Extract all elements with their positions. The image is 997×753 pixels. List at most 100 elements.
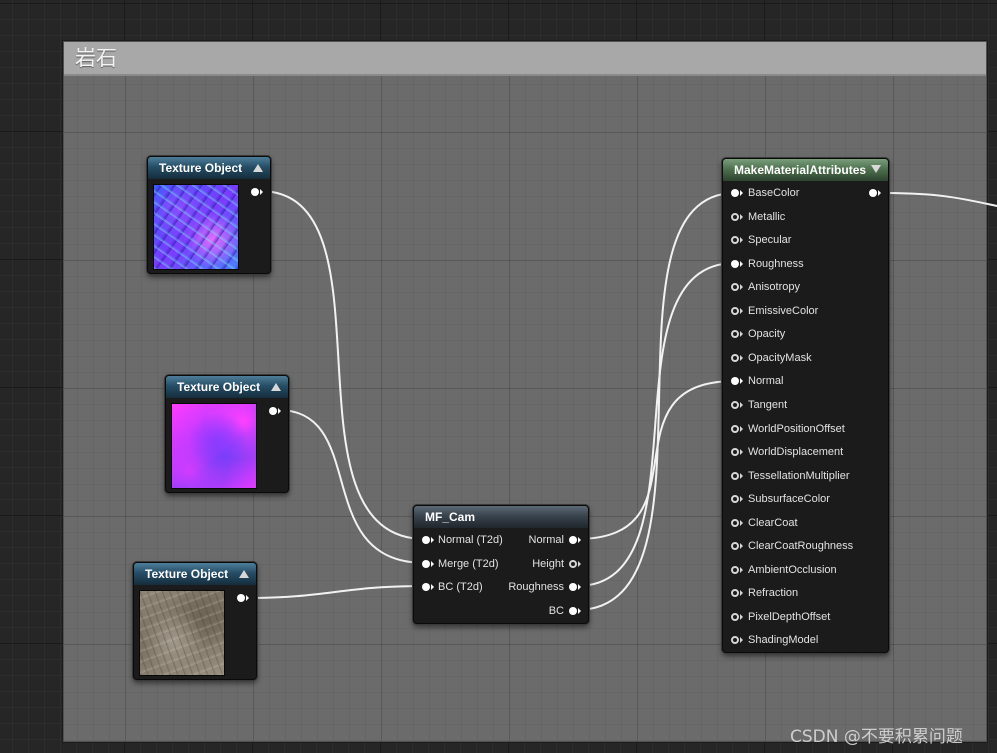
pin-arrow-icon <box>740 449 743 456</box>
input-label-metallic: Metallic <box>748 210 786 223</box>
pin-arrow-icon <box>740 284 743 291</box>
pin-arrow-icon <box>740 613 743 620</box>
pin-arrow-icon <box>740 472 743 479</box>
input-pin-ambient-occlusion[interactable] <box>731 565 739 574</box>
input-label-subsurface-color: SubsurfaceColor <box>748 493 830 506</box>
pin-arrow-icon <box>740 260 743 267</box>
texture-object-node-merge[interactable]: Texture Object <box>165 375 289 493</box>
texture-object-node-base-color[interactable]: Texture Object <box>133 562 257 680</box>
pin-arrow-icon <box>431 584 434 590</box>
pin-arrow-icon <box>578 608 581 614</box>
input-pin-anisotropy[interactable] <box>731 283 739 292</box>
pin-arrow-icon <box>431 537 434 543</box>
input-pin-opacity[interactable] <box>731 330 739 339</box>
input-pin-bc[interactable] <box>422 583 430 591</box>
pin-arrow-icon <box>740 331 743 338</box>
input-pin-shading-model[interactable] <box>731 636 739 645</box>
pin-arrow-icon <box>740 354 743 361</box>
texture-object-header[interactable]: Texture Object <box>166 376 288 398</box>
triangle-up-icon[interactable] <box>239 570 249 578</box>
pin-arrow-icon <box>578 561 581 567</box>
input-label-base-color: BaseColor <box>748 187 800 199</box>
pin-arrow-icon <box>740 543 743 550</box>
node-title: Texture Object <box>177 380 261 394</box>
pin-arrow-icon <box>740 237 743 244</box>
texture-preview-base-color <box>139 590 225 676</box>
input-label-roughness: Roughness <box>748 257 804 270</box>
input-pin-normal[interactable] <box>731 377 739 386</box>
input-label-opacity: Opacity <box>748 328 786 341</box>
output-pin-roughness[interactable] <box>569 583 577 591</box>
output-pin-bc[interactable] <box>569 607 577 615</box>
mf-cam-node[interactable]: MF_Cam Normal (T2d) Merge (T2d) BC (T2d)… <box>413 505 589 624</box>
input-label-opacity-mask: OpacityMask <box>748 351 812 364</box>
mf-cam-header[interactable]: MF_Cam <box>414 506 588 528</box>
node-title: MakeMaterialAttributes <box>734 163 867 177</box>
pin-arrow-icon <box>740 566 743 573</box>
make-material-attributes-node[interactable]: MakeMaterialAttributes BaseColor Metallic… <box>722 158 889 653</box>
node-title: Texture Object <box>159 161 243 175</box>
input-pin-world-displacement[interactable] <box>731 448 739 457</box>
node-title: Texture Object <box>145 567 229 581</box>
pin-arrow-icon <box>740 307 743 314</box>
output-label-normal: Normal <box>528 534 564 546</box>
output-pin[interactable] <box>251 188 259 196</box>
texture-object-header[interactable]: Texture Object <box>134 563 256 585</box>
texture-preview-normal <box>153 184 239 270</box>
input-pin-tangent[interactable] <box>731 400 739 409</box>
input-label-clear-coat: ClearCoat <box>748 516 798 529</box>
pin-arrow-icon <box>578 584 581 590</box>
triangle-down-icon[interactable] <box>871 165 881 173</box>
pin-arrow-icon <box>260 189 263 195</box>
make-material-attributes-header[interactable]: MakeMaterialAttributes <box>723 159 888 181</box>
output-pin[interactable] <box>237 594 245 602</box>
input-label-refraction: Refraction <box>748 587 799 600</box>
input-label-bc: BC (T2d) <box>438 581 483 593</box>
texture-object-header[interactable]: Texture Object <box>148 157 270 179</box>
input-label-tessellation-multiplier: TessellationMultiplier <box>748 469 850 482</box>
input-pin-metallic[interactable] <box>731 212 739 221</box>
pin-arrow-icon <box>740 190 743 196</box>
input-pin-normal[interactable] <box>422 536 430 544</box>
pin-arrow-icon <box>278 408 281 414</box>
input-pin-opacity-mask[interactable] <box>731 353 739 362</box>
pin-arrow-icon <box>878 190 881 196</box>
input-pin-subsurface-color[interactable] <box>731 495 739 504</box>
input-pin-refraction[interactable] <box>731 589 739 598</box>
input-pin-roughness[interactable] <box>731 259 739 268</box>
output-label-bc: BC <box>548 605 564 617</box>
input-pin-pixel-depth-offset[interactable] <box>731 612 739 621</box>
pin-arrow-icon <box>431 561 434 567</box>
input-label-normal: Normal (T2d) <box>438 534 503 546</box>
pin-arrow-icon <box>740 590 743 597</box>
output-pin-normal[interactable] <box>569 536 577 544</box>
triangle-up-icon[interactable] <box>271 383 281 391</box>
texture-preview-merge <box>171 403 257 489</box>
input-label-world-displacement: WorldDisplacement <box>748 446 844 459</box>
input-pin-specular[interactable] <box>731 236 739 245</box>
pin-arrow-icon <box>740 496 743 503</box>
input-pin-emissive-color[interactable] <box>731 306 739 315</box>
pin-arrow-icon <box>740 425 743 432</box>
input-label-ambient-occlusion: AmbientOcclusion <box>748 563 837 576</box>
input-label-anisotropy: Anisotropy <box>748 281 800 294</box>
texture-object-node-normal[interactable]: Texture Object <box>147 156 271 274</box>
watermark: CSDN @不要积累问题 <box>790 727 963 747</box>
output-pin-height[interactable] <box>569 560 577 568</box>
triangle-up-icon[interactable] <box>253 164 263 172</box>
input-pin-world-position-offset[interactable] <box>731 424 739 433</box>
node-title: MF_Cam <box>425 510 476 524</box>
input-pin-base-color[interactable] <box>731 189 739 197</box>
pin-arrow-icon <box>578 537 581 543</box>
input-pin-merge[interactable] <box>422 560 430 568</box>
output-label-height: Height <box>532 558 564 570</box>
input-pin-clear-coat[interactable] <box>731 518 739 527</box>
input-label-pixel-depth-offset: PixelDepthOffset <box>748 610 831 623</box>
input-pin-clear-coat-roughness[interactable] <box>731 542 739 551</box>
input-label-clear-coat-roughness: ClearCoatRoughness <box>748 540 854 553</box>
pin-arrow-icon <box>740 213 743 220</box>
output-pin-material-attributes[interactable] <box>869 189 877 197</box>
output-pin[interactable] <box>269 407 277 415</box>
input-pin-tessellation-multiplier[interactable] <box>731 471 739 480</box>
comment-title[interactable]: 岩石 <box>64 42 986 76</box>
